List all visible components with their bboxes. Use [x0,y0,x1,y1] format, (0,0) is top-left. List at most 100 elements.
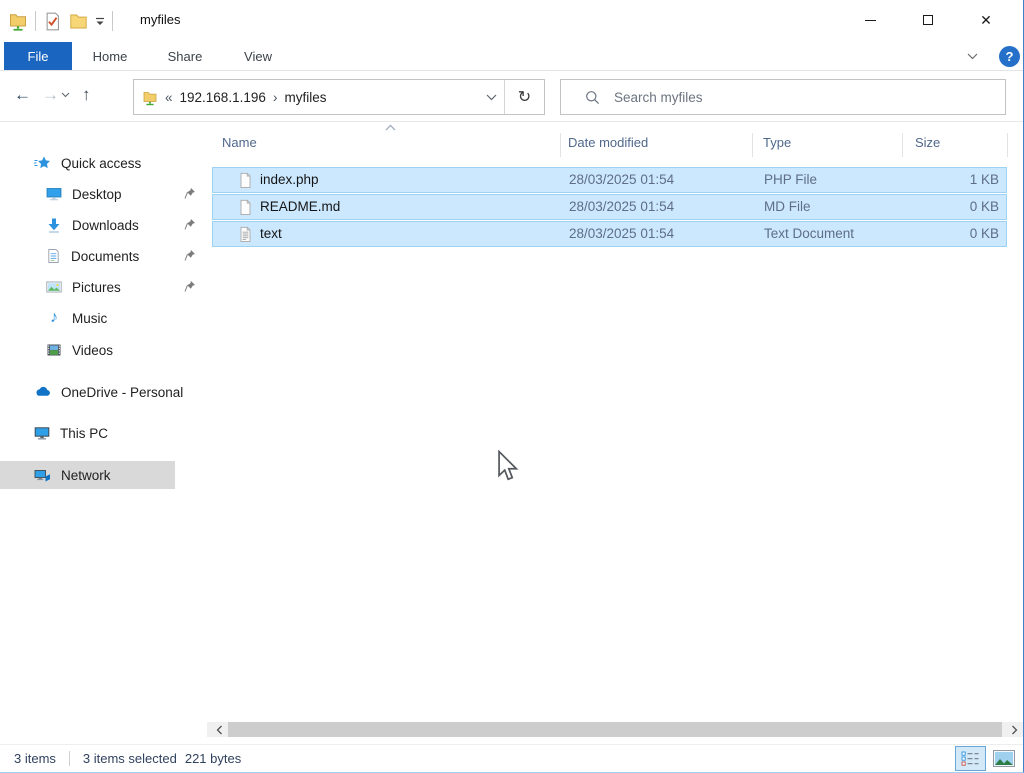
minimize-icon [865,20,876,21]
large-icons-view-icon [993,750,1015,767]
file-row[interactable]: README.md 28/03/2025 01:54 MD File 0 KB [212,194,1007,220]
help-button[interactable]: ? [999,46,1020,67]
breadcrumb-overflow[interactable]: « [165,90,173,105]
window-title: myfiles [140,12,180,27]
minimize-button[interactable] [841,0,899,40]
breadcrumb-chevron[interactable]: › [273,89,278,105]
scrollbar-thumb[interactable] [228,722,1002,737]
sidebar-item-pictures[interactable]: Pictures [0,273,207,301]
pin-icon [184,218,196,231]
navigation-bar: ← → ↑ « 192.168.1.196 › myfiles [0,71,1023,122]
status-bar: 3 items 3 items selected 221 bytes [0,744,1023,772]
qat-dropdown-icon[interactable] [95,17,105,26]
scroll-right-icon[interactable] [1006,722,1022,737]
details-view-button[interactable] [955,746,986,771]
mouse-cursor [497,450,520,483]
pin-icon [184,249,196,262]
address-bar[interactable]: « 192.168.1.196 › myfiles ↻ [133,79,545,115]
sidebar-item-documents[interactable]: Documents [0,242,207,270]
column-header-type[interactable]: Type [763,135,791,150]
column-resize-handle[interactable] [902,133,903,157]
refresh-button[interactable]: ↻ [504,80,544,114]
breadcrumb: « 192.168.1.196 › myfiles [134,89,478,106]
properties-button[interactable] [43,11,62,32]
pictures-icon [46,279,62,295]
selection-count: 3 items selected [83,751,177,766]
file-date: 28/03/2025 01:54 [569,226,674,241]
details-view-icon [961,751,980,766]
desktop-icon [46,186,62,202]
maximize-button[interactable] [899,0,957,40]
sidebar-item-network[interactable]: Network [0,461,175,489]
close-button[interactable]: ✕ [957,0,1015,40]
file-list-pane: Name Date modified Type Size index.php 2… [207,122,1024,744]
column-resize-handle[interactable] [560,133,561,157]
search-input[interactable] [614,90,1005,105]
location-folder-icon [142,89,158,106]
sidebar-item-onedrive[interactable]: OneDrive - Personal [0,378,207,406]
column-resize-handle[interactable] [1007,133,1008,157]
column-header-name[interactable]: Name [222,135,257,150]
file-type: Text Document [764,226,854,241]
pin-icon [184,280,196,293]
sidebar-item-label: Pictures [72,280,121,295]
explorer-window: myfiles ✕ File Home Share View ? ← → ↑ [0,0,1024,773]
column-headers: Name Date modified Type Size [207,130,1024,156]
ribbon-tabs: File Home Share View ? [0,42,1023,71]
tab-file[interactable]: File [4,42,72,70]
documents-icon [46,248,61,264]
column-resize-handle[interactable] [752,133,753,157]
this-pc-icon [34,425,50,441]
column-header-date-modified[interactable]: Date modified [568,135,648,150]
sidebar-item-quick-access[interactable]: Quick access [0,149,207,177]
sidebar-item-music[interactable]: ♪ Music [0,304,207,332]
horizontal-scrollbar[interactable] [207,722,1024,737]
search-box [560,79,1006,115]
large-icons-view-button[interactable] [989,746,1018,771]
maximize-icon [923,15,933,25]
file-row[interactable]: index.php 28/03/2025 01:54 PHP File 1 KB [212,167,1007,193]
search-icon [585,90,600,105]
scroll-left-icon[interactable] [211,722,227,737]
history-chevron-icon[interactable] [61,92,70,98]
titlebar: myfiles ✕ [0,0,1023,42]
sidebar-item-desktop[interactable]: Desktop [0,180,207,208]
back-button[interactable]: ← [14,85,31,105]
selection-size: 221 bytes [185,751,241,766]
forward-button[interactable]: → [42,85,59,105]
file-name: index.php [260,172,319,187]
breadcrumb-host[interactable]: 192.168.1.196 [180,90,266,105]
qat-separator [35,11,36,31]
file-text-icon [238,226,253,243]
address-dropdown-chevron-icon[interactable] [478,80,504,114]
sidebar-item-downloads[interactable]: Downloads [0,211,207,239]
sidebar-item-label: OneDrive - Personal [61,385,183,400]
tab-view[interactable]: View [226,42,290,70]
sidebar-item-label: This PC [60,426,108,441]
close-icon: ✕ [980,13,992,27]
sidebar-item-this-pc[interactable]: This PC [0,419,207,447]
file-blank-icon [238,199,253,216]
file-name: text [260,226,282,241]
sidebar-item-label: Desktop [72,187,122,202]
column-header-size[interactable]: Size [915,135,940,150]
sidebar: Quick access Desktop Dow [0,122,207,744]
quick-access-icon [34,155,51,171]
breadcrumb-folder[interactable]: myfiles [285,90,327,105]
file-type: PHP File [764,172,817,187]
file-size: 0 KB [909,226,999,241]
file-row[interactable]: text 28/03/2025 01:54 Text Document 0 KB [212,221,1007,247]
sidebar-item-label: Quick access [61,156,141,171]
ribbon-collapse-chevron-icon[interactable] [967,53,978,60]
tab-home[interactable]: Home [80,42,140,70]
tab-share[interactable]: Share [153,42,217,70]
music-icon: ♪ [46,309,62,327]
downloads-icon [46,217,62,233]
network-drive-icon[interactable] [8,10,28,32]
sidebar-item-videos[interactable]: Videos [0,336,207,364]
up-button[interactable]: ↑ [82,85,91,105]
file-blank-icon [238,172,253,189]
new-folder-button[interactable] [69,13,88,30]
onedrive-icon [34,384,51,400]
sidebar-item-label: Documents [71,249,139,264]
